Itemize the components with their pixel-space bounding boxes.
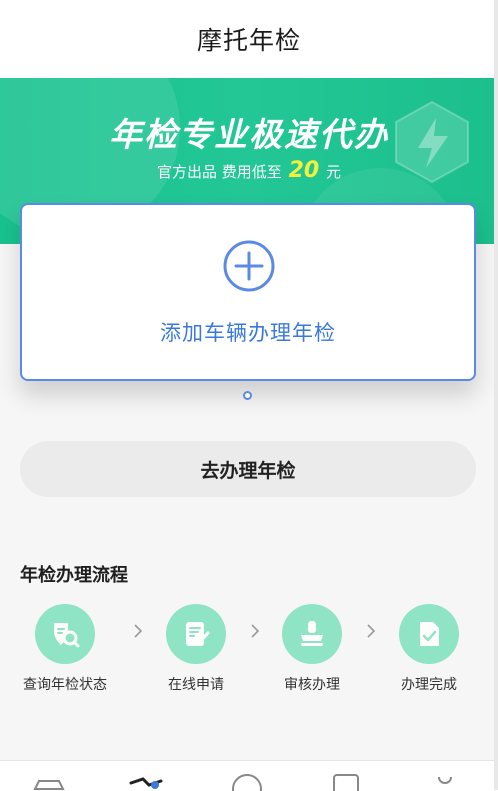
- add-vehicle-label: 添加车辆办理年检: [160, 321, 336, 345]
- search-shield-icon: [35, 604, 95, 664]
- license-icon[interactable]: [326, 771, 366, 791]
- motorcycle-icon[interactable]: [127, 771, 167, 791]
- step-label: 办理完成: [401, 677, 457, 693]
- profile-icon[interactable]: [425, 771, 465, 791]
- go-inspection-button[interactable]: 去办理年检: [20, 441, 476, 497]
- stamp-icon: [282, 604, 342, 664]
- step-label: 在线申请: [168, 677, 224, 693]
- banner-subline-text: 官方出品 费用低至: [157, 163, 282, 181]
- app-header: 摩托年检: [0, 0, 498, 78]
- check-document-icon: [399, 604, 459, 664]
- carousel-indicator: [243, 391, 252, 400]
- add-vehicle-card[interactable]: 添加车辆办理年检: [20, 203, 476, 381]
- bottom-tab-bar: [0, 760, 498, 791]
- step-label: 查询年检状态: [23, 677, 107, 693]
- banner-slogan: 年检专业极速代办: [109, 115, 389, 154]
- plus-circle-icon: [223, 240, 275, 292]
- process-step: 办理完成: [369, 604, 489, 694]
- screen-edge: [494, 0, 498, 790]
- process-step: 审核办理: [252, 604, 372, 694]
- step-label: 审核办理: [284, 677, 340, 693]
- car-icon[interactable]: [29, 771, 69, 791]
- banner-subline: 官方出品 费用低至 20 元: [0, 158, 498, 183]
- page-title: 摩托年检: [196, 26, 301, 55]
- process-step: 在线申请: [136, 604, 256, 694]
- process-step: 查询年检状态: [5, 604, 125, 694]
- process-title: 年检办理流程: [20, 565, 128, 586]
- violation-icon[interactable]: [227, 771, 267, 791]
- banner-price: 20: [288, 158, 320, 183]
- banner-price-unit: 元: [325, 163, 341, 181]
- edit-document-icon: [166, 604, 226, 664]
